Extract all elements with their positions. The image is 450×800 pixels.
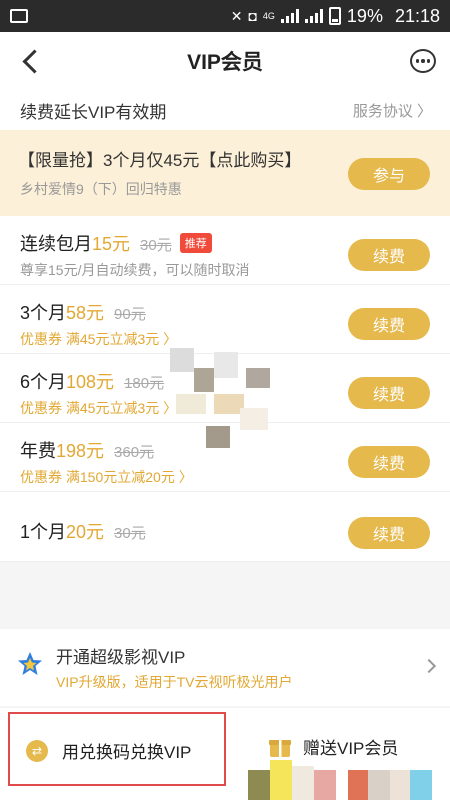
plan-name-line: 连续包月15元 30元 推荐: [20, 230, 212, 256]
app-header: VIP会员: [0, 32, 450, 90]
plan-name-line: 年费198元 360元: [20, 437, 154, 463]
network-type: 4G: [262, 10, 275, 21]
plan-price: 20元: [66, 522, 105, 542]
plan-name: 连续包月: [20, 234, 92, 254]
chevron-right-icon: [421, 658, 437, 674]
renew-section-header: 续费延长VIP有效期 服务协议 〉: [0, 90, 450, 130]
alarm-icon: ◘: [248, 8, 257, 24]
battery-icon: [328, 7, 341, 25]
gift-vip-button[interactable]: 赠送VIP会员: [303, 734, 398, 759]
plan-name: 3个月: [20, 303, 67, 323]
plan-name-line: 6个月108元 180元: [20, 368, 164, 394]
super-vip-row[interactable]: 开通超级影视VIP VIP升级版，适用于TV云视听极光用户: [0, 629, 450, 706]
promo-join-button[interactable]: 参与: [348, 158, 430, 190]
plan-original-price: 90元: [114, 306, 146, 323]
status-bar: ✕ ◘ 4G 19% 21:18: [0, 0, 450, 32]
mute-icon: ✕: [230, 7, 243, 24]
plan-name: 6个月: [20, 372, 67, 392]
renew-heading: 续费延长VIP有效期: [20, 102, 167, 122]
plan-name-line: 1个月20元 30元: [20, 518, 146, 544]
signal-icon-2: [304, 9, 323, 23]
plan-coupon[interactable]: 优惠券 满45元立减3元 〉: [20, 329, 177, 349]
plan-original-price: 180元: [124, 375, 165, 392]
plan-price: 58元: [66, 303, 105, 323]
renew-button[interactable]: 续费: [348, 308, 430, 340]
signal-icon: [280, 9, 299, 23]
redeem-code-button[interactable]: ⇄ 用兑换码兑换VIP: [8, 712, 226, 786]
more-options-icon[interactable]: [410, 49, 436, 73]
plan-original-price: 30元: [114, 525, 146, 542]
promo-banner[interactable]: 【限量抢】3个月仅45元【点此购买】 乡村爱情9（下）回归特惠 参与: [0, 130, 450, 216]
clock: 21:18: [394, 5, 440, 26]
renew-button[interactable]: 续费: [348, 239, 430, 271]
battery-level: 19%: [346, 5, 383, 26]
recommend-badge: 推荐: [179, 233, 212, 253]
plan-original-price: 360元: [114, 444, 155, 461]
plan-note: 尊享15元/月自动续费，可以随时取消: [20, 262, 250, 278]
plan-coupon[interactable]: 优惠券 满45元立减3元 〉: [20, 398, 177, 418]
plan-price: 108元: [66, 372, 115, 392]
promo-title: 【限量抢】3个月仅45元【点此购买】: [18, 151, 302, 170]
plan-list: 连续包月15元 30元 推荐 尊享15元/月自动续费，可以随时取消 续费 3个月58…: [0, 216, 450, 562]
plan-name-line: 3个月58元 90元: [20, 299, 146, 325]
renew-button[interactable]: 续费: [348, 446, 430, 478]
star-icon: [18, 652, 42, 675]
service-agreement-link[interactable]: 服务协议 〉: [353, 100, 432, 121]
redeem-label: 用兑换码兑换VIP: [62, 743, 192, 762]
back-button[interactable]: [18, 47, 46, 75]
plan-original-price: 30元: [140, 237, 172, 254]
gift-icon: [269, 740, 291, 757]
page-title: VIP会员: [187, 51, 263, 74]
super-vip-title: 开通超级影视VIP: [56, 648, 186, 667]
gallery-notification-icon: [10, 9, 28, 23]
plan-name: 年费: [20, 441, 56, 461]
plan-price: 15元: [92, 234, 131, 254]
super-vip-subtitle: VIP升级版，适用于TV云视听极光用户: [56, 674, 293, 690]
plan-name: 1个月: [20, 522, 67, 542]
plan-row-monthly-auto[interactable]: 连续包月15元 30元 推荐 尊享15元/月自动续费，可以随时取消 续费: [0, 216, 450, 285]
plan-coupon[interactable]: 优惠券 满150元立减20元 〉: [20, 467, 193, 487]
plan-price: 198元: [56, 441, 105, 461]
renew-button[interactable]: 续费: [348, 517, 430, 549]
renew-button[interactable]: 续费: [348, 377, 430, 409]
promo-subtitle: 乡村爱情9（下）回归特惠: [20, 181, 182, 197]
plan-row-1-month[interactable]: 1个月20元 30元 续费: [0, 492, 450, 562]
exchange-icon: ⇄: [26, 740, 48, 762]
plan-row-3-months[interactable]: 3个月58元 90元 优惠券 满45元立减3元 〉 续费: [0, 285, 450, 354]
